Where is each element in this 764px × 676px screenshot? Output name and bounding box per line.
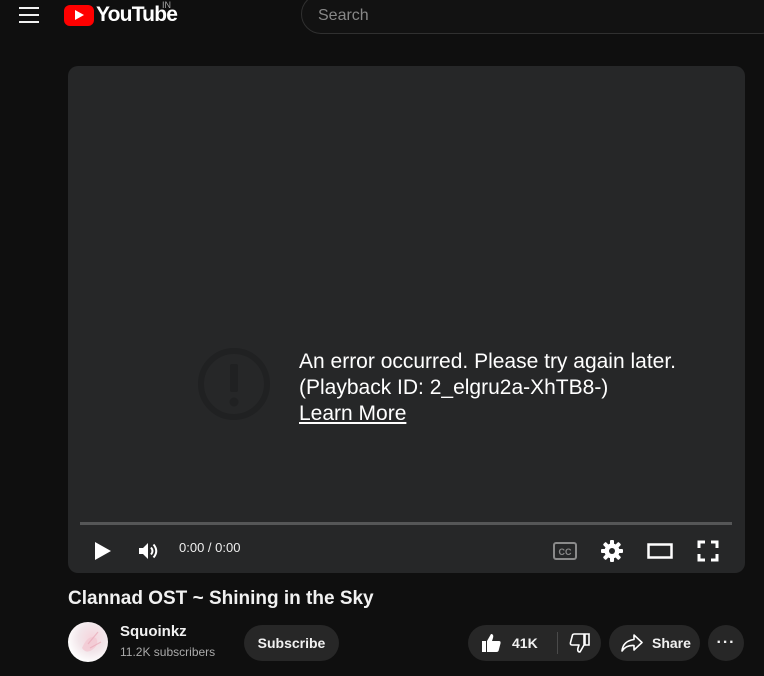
captions-button[interactable]: CC — [551, 538, 579, 564]
share-icon — [621, 634, 643, 652]
channel-name[interactable]: Squoinkz — [120, 623, 187, 640]
settings-icon — [601, 540, 623, 562]
play-button[interactable] — [90, 538, 116, 564]
volume-icon — [139, 543, 158, 559]
time-display: 0:00 / 0:00 — [179, 540, 241, 555]
error-message: An error occurred. Please try again late… — [299, 349, 745, 427]
search-box — [301, 0, 764, 34]
dislike-button[interactable] — [558, 625, 601, 661]
error-text: An error occurred. Please try again late… — [299, 350, 677, 373]
theater-mode-button[interactable] — [646, 538, 674, 564]
youtube-logo[interactable]: YouTube — [64, 2, 178, 28]
share-button[interactable]: Share — [609, 625, 700, 661]
settings-button[interactable] — [598, 537, 626, 565]
progress-bar[interactable] — [80, 522, 732, 525]
more-icon[interactable]: ··· — [708, 625, 744, 661]
captions-icon: CC — [553, 542, 577, 560]
search-input[interactable] — [318, 5, 718, 27]
theater-mode-icon — [647, 543, 673, 559]
video-title: Clannad OST ~ Shining in the Sky — [68, 588, 374, 609]
video-player[interactable]: An error occurred. Please try again late… — [68, 66, 745, 573]
like-button[interactable]: 41K — [468, 625, 558, 661]
avatar-image — [82, 631, 102, 652]
volume-button[interactable] — [136, 538, 162, 564]
top-bar: YouTube IN — [0, 0, 764, 34]
menu-icon[interactable] — [14, 4, 44, 26]
thumbs-up-icon — [482, 634, 501, 652]
like-dislike-group: 41K — [468, 625, 601, 661]
youtube-logo-icon — [64, 4, 94, 26]
error-icon — [198, 348, 270, 420]
share-label: Share — [652, 635, 691, 651]
like-count: 41K — [512, 635, 538, 651]
channel-avatar[interactable] — [68, 622, 108, 662]
thumbs-down-icon — [569, 633, 590, 653]
playback-id: (Playback ID: 2_elgru2a-XhTB8-) — [299, 376, 609, 399]
fullscreen-button[interactable] — [694, 537, 722, 565]
subscribe-button[interactable]: Subscribe — [244, 625, 339, 661]
play-icon — [95, 542, 111, 560]
country-code: IN — [162, 0, 171, 10]
learn-more-link[interactable]: Learn More — [299, 401, 406, 427]
subscriber-count: 11.2K subscribers — [120, 645, 216, 659]
fullscreen-icon — [697, 540, 719, 562]
svg-text:CC: CC — [559, 547, 572, 557]
player-controls: 0:00 / 0:00 CC — [68, 532, 745, 568]
